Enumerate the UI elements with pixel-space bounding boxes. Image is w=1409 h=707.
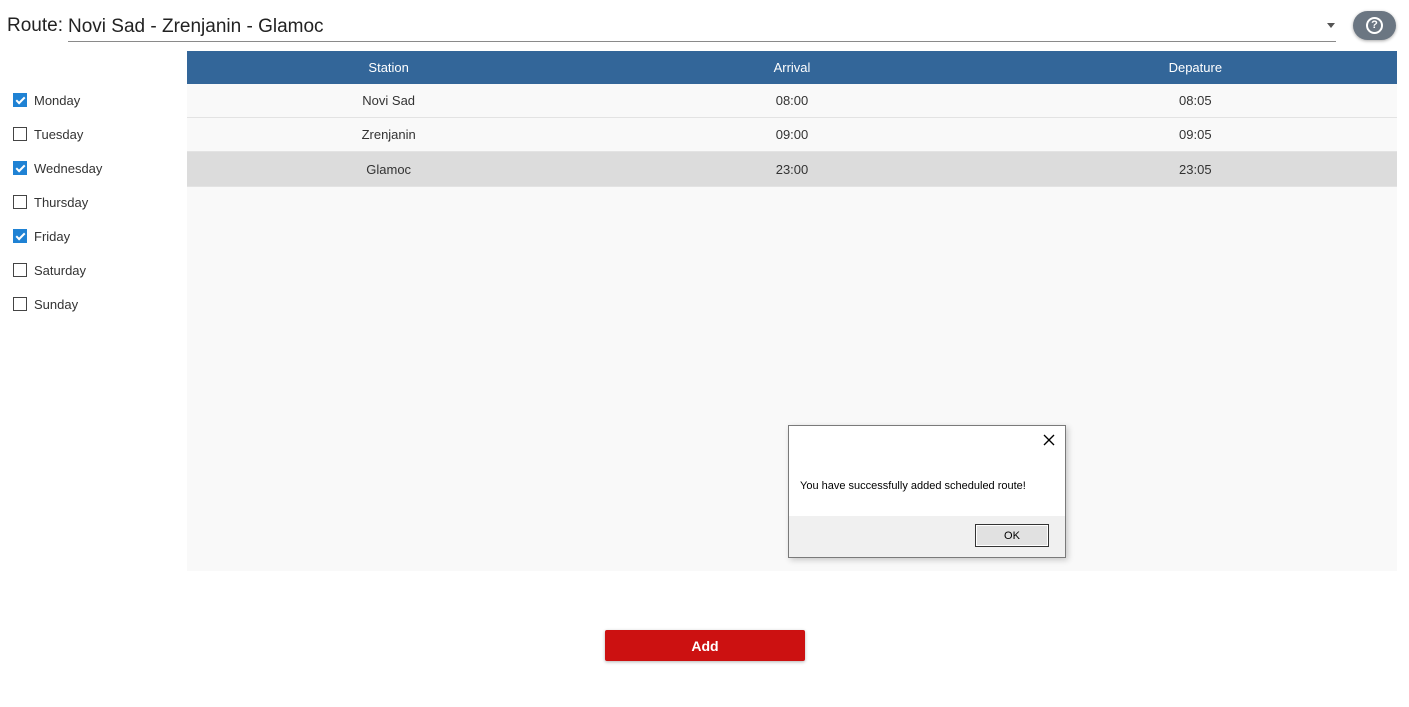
departure-cell: 08:05 [1179,93,1212,108]
day-label: Sunday [34,296,79,312]
checkbox-box[interactable] [13,229,27,243]
success-dialog: You have successfully added scheduled ro… [788,425,1066,558]
route-label: Route: [7,15,63,36]
table-row-selected[interactable]: Glamoc 23:00 23:05 [187,152,1397,187]
station-cell: Zrenjanin [361,127,416,142]
checkbox-box[interactable] [13,161,27,175]
ok-button[interactable]: OK [975,524,1049,547]
day-monday-checkbox[interactable]: Monday [13,90,80,110]
checkbox-box[interactable] [13,195,27,209]
arrival-cell: 23:00 [775,161,809,177]
checkbox-box[interactable] [13,127,27,141]
table-row[interactable]: Novi Sad 08:00 08:05 [187,84,1397,118]
help-button[interactable]: ? [1353,11,1396,40]
day-label: Monday [34,92,81,108]
route-selected-value: Novi Sad - Zrenjanin - Glamoc [68,16,324,37]
chevron-down-icon [1327,23,1335,28]
station-cell: Novi Sad [362,93,416,108]
column-header-station[interactable]: Station [187,51,590,84]
day-friday-checkbox[interactable]: Friday [13,226,70,246]
arrival-cell: 08:00 [775,93,809,108]
checkbox-box[interactable] [13,263,27,277]
question-circle-icon: ? [1366,17,1383,34]
table-row[interactable]: Zrenjanin 09:00 09:05 [187,118,1397,152]
add-button[interactable]: Add [605,630,805,661]
day-thursday-checkbox[interactable]: Thursday [13,192,88,212]
dialog-message: You have successfully added scheduled ro… [800,480,1026,492]
day-sunday-checkbox[interactable]: Sunday [13,294,78,314]
day-label: Friday [34,228,71,244]
day-label: Wednesday [34,160,103,176]
departure-cell: 09:05 [1179,127,1212,142]
table-header: Station Arrival Depature [187,51,1397,84]
close-icon[interactable] [1041,432,1057,448]
column-header-departure[interactable]: Depature [994,51,1397,84]
arrival-cell: 09:00 [775,127,809,142]
checkbox-box[interactable] [13,297,27,311]
station-cell: Glamoc [366,161,412,177]
departure-cell: 23:05 [1179,161,1212,177]
day-tuesday-checkbox[interactable]: Tuesday [13,124,83,144]
route-dropdown[interactable]: Novi Sad - Zrenjanin - Glamoc [68,8,1336,42]
day-saturday-checkbox[interactable]: Saturday [13,260,86,280]
dialog-footer: OK [789,516,1065,557]
day-label: Saturday [34,262,87,278]
checkbox-box[interactable] [13,93,27,107]
day-wednesday-checkbox[interactable]: Wednesday [13,158,102,178]
day-label: Tuesday [34,126,84,142]
day-label: Thursday [34,194,89,210]
column-header-arrival[interactable]: Arrival [590,51,993,84]
